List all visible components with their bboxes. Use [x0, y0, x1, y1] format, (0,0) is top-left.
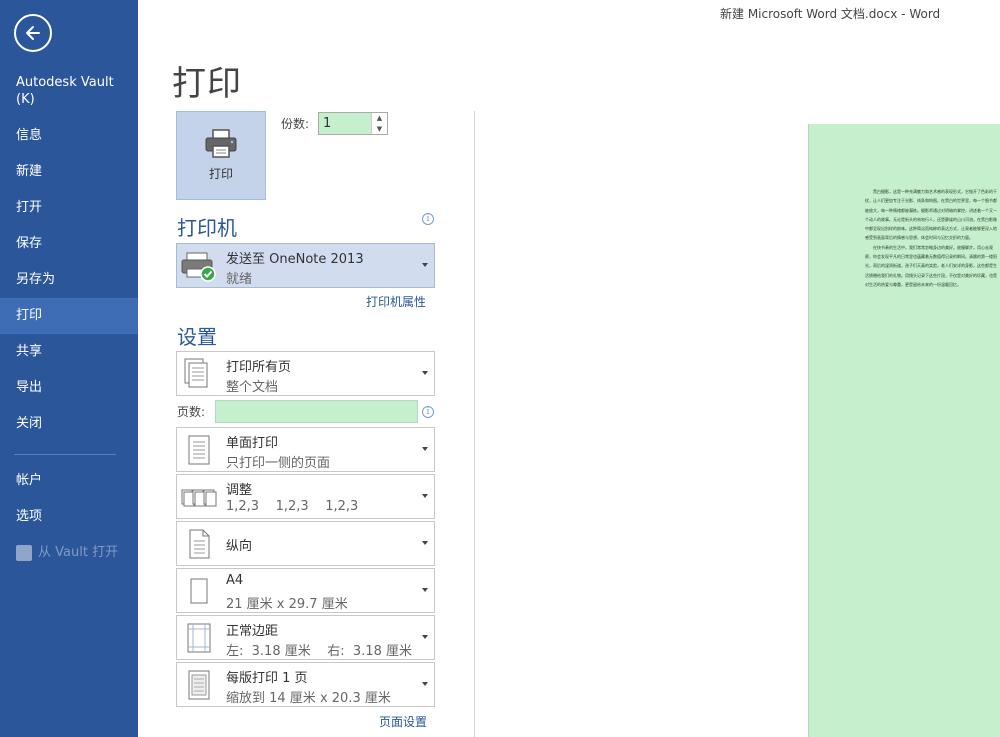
collate-dropdown[interactable]: 调整 1,2,3 1,2,3 1,2,3	[176, 474, 435, 519]
back-arrow-icon	[26, 26, 40, 40]
pages-info-icon[interactable]: i	[422, 406, 434, 418]
copies-label: 份数:	[281, 117, 310, 131]
print-range-main: 打印所有页	[226, 360, 292, 375]
nav-item-info[interactable]: 信息	[0, 118, 138, 154]
backstage-sidebar: Autodesk Vault (K) 信息 新建 打开 保存 另存为 打印 共享…	[0, 0, 138, 737]
page-title: 打印	[172, 64, 242, 104]
printer-dropdown[interactable]: 发送至 OneNote 2013 就绪	[176, 243, 435, 288]
pages-per-sheet-dropdown[interactable]: 每版打印 1 页 缩放到 14 厘米 x 20.3 厘米	[176, 662, 435, 707]
vault-title[interactable]: Autodesk Vault (K)	[16, 74, 131, 108]
chevron-down-icon	[422, 588, 428, 592]
sides-main: 单面打印	[226, 436, 279, 451]
back-button[interactable]	[14, 14, 52, 52]
pages-per-sheet-sub: 缩放到 14 厘米 x 20.3 厘米	[226, 691, 391, 706]
pages-per-sheet-main: 每版打印 1 页	[226, 671, 308, 686]
preview-text: 黑白摄影，这是一种充满魅力和艺术感的表现形式，它抛开了色彩的干扰，让人们更加专注…	[865, 187, 997, 289]
settings-heading: 设置	[177, 325, 217, 349]
nav-item-options[interactable]: 选项	[0, 499, 138, 535]
preview-paragraph: 黑白摄影，这是一种充满魅力和艺术感的表现形式，它抛开了色彩的干扰，让人们更加专注…	[865, 189, 997, 241]
nav-item-open-from-vault-label: 从 Vault 打开	[38, 545, 119, 560]
nav-item-save[interactable]: 保存	[0, 226, 138, 262]
pages-label: 页数:	[177, 405, 206, 419]
printer-properties-link[interactable]: 打印机属性	[366, 293, 426, 310]
orientation-dropdown[interactable]: 纵向	[176, 521, 435, 566]
print-range-sub: 整个文档	[226, 380, 279, 395]
sides-dropdown[interactable]: 单面打印 只打印一侧的页面	[176, 427, 435, 472]
print-button-label: 打印	[208, 167, 233, 181]
nav-item-export[interactable]: 导出	[0, 370, 138, 406]
paper-size-sub: 21 厘米 x 29.7 厘米	[226, 597, 348, 612]
nav-item-print[interactable]: 打印	[0, 298, 138, 334]
window-title: 新建 Microsoft Word 文档.docx - Word	[720, 7, 941, 21]
print-button[interactable]: 打印	[176, 111, 266, 200]
nav-item-account[interactable]: 帐户	[0, 463, 138, 499]
printer-status-icon	[181, 252, 216, 282]
backstage-nav: 信息 新建 打开 保存 另存为 打印 共享 导出 关闭	[0, 118, 138, 442]
nav-item-open-from-vault: 从 Vault 打开	[0, 535, 138, 571]
printer-icon	[205, 129, 237, 158]
copies-stepper: ▲ ▼	[318, 112, 388, 135]
paper-size-icon	[190, 578, 208, 604]
chevron-down-icon	[422, 263, 428, 267]
nav-item-new[interactable]: 新建	[0, 154, 138, 190]
panel-divider	[474, 111, 475, 737]
margins-icon	[187, 623, 211, 653]
pages-per-sheet-icon	[188, 670, 210, 700]
margins-sub: 左: 3.18 厘米 右: 3.18 厘米	[226, 644, 412, 659]
printer-heading: 打印机	[177, 216, 237, 240]
chevron-down-icon	[422, 541, 428, 545]
chevron-down-icon	[422, 682, 428, 686]
chevron-down-icon	[422, 635, 428, 639]
chevron-down-icon	[422, 371, 428, 375]
collate-sub: 1,2,3 1,2,3 1,2,3	[226, 499, 359, 514]
chevron-down-icon	[422, 494, 428, 498]
print-range-dropdown[interactable]: 打印所有页 整个文档	[176, 351, 435, 396]
nav-item-share[interactable]: 共享	[0, 334, 138, 370]
preview-paragraph: 在快节奏的生活中，我们常常忽略身边的美好。放慢脚步，用心去观察，你会发现平凡的日…	[865, 244, 997, 287]
pages-icon	[184, 358, 208, 388]
page-setup-link[interactable]: 页面设置	[379, 713, 427, 730]
vault-icon	[16, 545, 32, 561]
nav-item-open[interactable]: 打开	[0, 190, 138, 226]
printer-info-icon[interactable]: i	[422, 213, 434, 225]
margins-dropdown[interactable]: 正常边距 左: 3.18 厘米 右: 3.18 厘米	[176, 615, 435, 660]
backstage-nav-bottom: 帐户 选项 从 Vault 打开	[0, 463, 138, 571]
nav-divider	[14, 454, 116, 455]
spin-down-icon[interactable]: ▼	[372, 124, 387, 135]
chevron-down-icon	[422, 447, 428, 451]
print-preview-page: 黑白摄影，这是一种充满魅力和艺术感的表现形式，它抛开了色彩的干扰，让人们更加专注…	[808, 124, 1000, 737]
orientation-main: 纵向	[226, 539, 253, 554]
sides-sub: 只打印一侧的页面	[226, 456, 331, 471]
printer-name: 发送至 OneNote 2013	[226, 252, 364, 267]
paper-size-main: A4	[226, 573, 244, 588]
one-sided-icon	[188, 435, 210, 465]
printer-status: 就绪	[226, 272, 253, 287]
spin-up-icon[interactable]: ▲	[372, 113, 387, 124]
pages-input[interactable]	[215, 400, 418, 423]
copies-spinner: ▲ ▼	[371, 113, 387, 134]
collate-icon	[181, 489, 217, 507]
nav-item-save-as[interactable]: 另存为	[0, 262, 138, 298]
paper-size-dropdown[interactable]: A4 21 厘米 x 29.7 厘米	[176, 568, 435, 613]
margins-main: 正常边距	[226, 624, 279, 639]
portrait-icon	[189, 529, 210, 559]
collate-main: 调整	[226, 483, 253, 498]
copies-input[interactable]	[319, 113, 371, 134]
nav-item-close[interactable]: 关闭	[0, 406, 138, 442]
